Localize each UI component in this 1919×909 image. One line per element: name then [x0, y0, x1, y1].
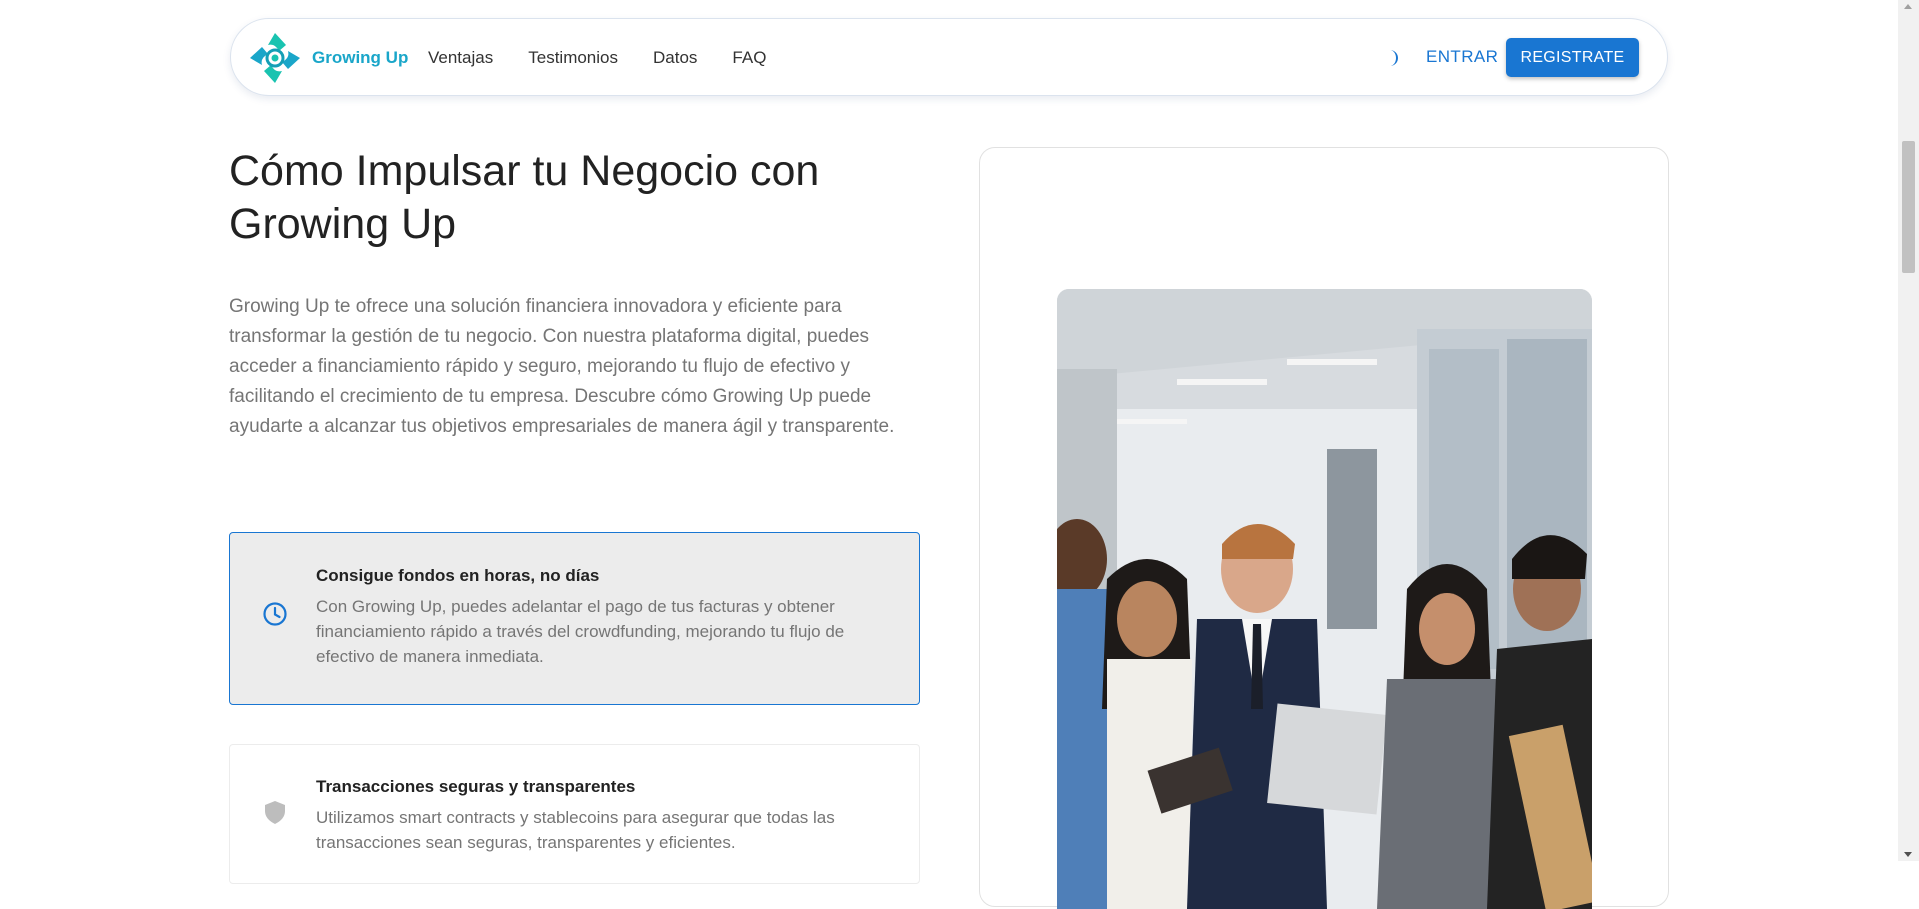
- nav-testimonios[interactable]: Testimonios: [528, 48, 618, 68]
- scrollbar-thumb[interactable]: [1902, 141, 1915, 273]
- feature-card-secure-transactions[interactable]: Transacciones seguras y transparentes Ut…: [229, 744, 920, 884]
- moon-icon[interactable]: [1383, 48, 1403, 68]
- nav-ventajas[interactable]: Ventajas: [428, 48, 493, 68]
- feature-title: Transacciones seguras y transparentes: [316, 777, 636, 796]
- feature-text: Con Growing Up, puedes adelantar el pago…: [316, 597, 845, 666]
- brand-name: Growing Up: [312, 48, 409, 67]
- scroll-up-arrow-icon[interactable]: [1904, 4, 1912, 9]
- image-card: [979, 147, 1669, 909]
- login-button[interactable]: ENTRAR: [1426, 47, 1498, 67]
- logo[interactable]: Growing Up: [246, 29, 408, 87]
- shield-icon: [265, 801, 285, 824]
- nav-links: Ventajas Testimonios Datos FAQ: [428, 19, 801, 97]
- nav-datos[interactable]: Datos: [653, 48, 697, 68]
- clock-icon: [263, 602, 287, 626]
- feature-text: Utilizamos smart contracts y stablecoins…: [316, 808, 835, 852]
- team-photo: [1057, 289, 1592, 909]
- page-title: Cómo Impulsar tu Negocio con Growing Up: [229, 147, 820, 248]
- scroll-down-arrow-icon[interactable]: [1904, 852, 1912, 857]
- hero-description: Growing Up te ofrece una solución financ…: [229, 296, 895, 437]
- page-scrollbar[interactable]: [1898, 0, 1919, 861]
- growing-up-logo-icon: [250, 33, 300, 83]
- feature-title: Consigue fondos en horas, no días: [316, 566, 600, 585]
- navbar: Growing Up Ventajas Testimonios Datos FA…: [230, 18, 1668, 96]
- office-team-illustration: [1057, 289, 1592, 909]
- feature-card-fast-funding[interactable]: Consigue fondos en horas, no días Con Gr…: [229, 532, 920, 705]
- register-button[interactable]: REGISTRATE: [1506, 38, 1639, 77]
- nav-faq[interactable]: FAQ: [732, 48, 766, 68]
